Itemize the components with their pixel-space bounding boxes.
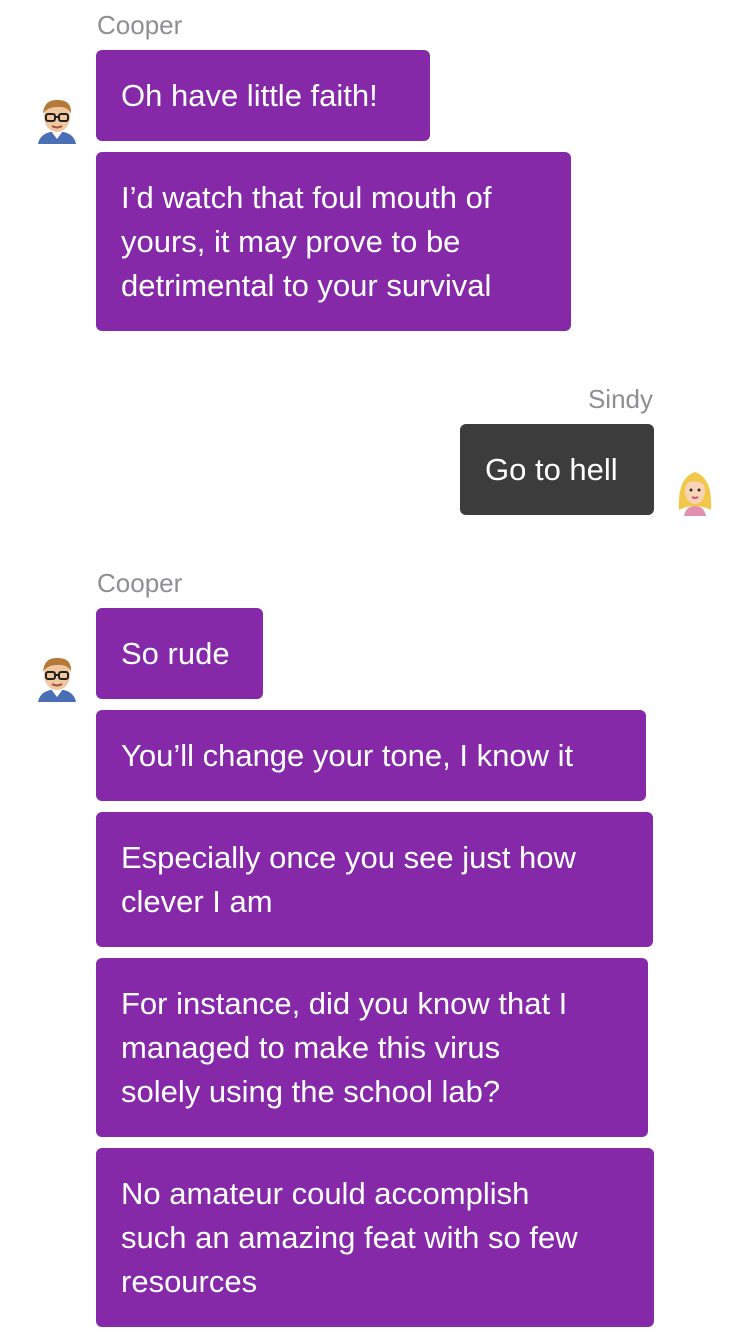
message-bubble[interactable]: No amateur could accomplish such an amaz… [96,1148,654,1327]
message-bubble[interactable]: Oh have little faith! [96,50,430,141]
message-bubble[interactable]: So rude [96,608,263,699]
message-bubble[interactable]: You’ll change your tone, I know it [96,710,646,801]
cooper-avatar-icon[interactable] [34,94,80,144]
message-bubble[interactable]: I’d watch that foul mouth of yours, it m… [96,152,571,331]
sender-name: Sindy [587,384,653,414]
message-bubble[interactable]: Go to hell [460,424,654,515]
message-bubble[interactable]: Especially once you see just how clever … [96,812,653,947]
message-bubble[interactable]: For instance, did you know that I manage… [96,958,648,1137]
sender-name: Cooper [97,568,183,598]
sender-name: Cooper [97,10,183,40]
cooper-avatar-icon[interactable] [34,652,80,702]
sindy-avatar-icon[interactable] [672,466,718,516]
